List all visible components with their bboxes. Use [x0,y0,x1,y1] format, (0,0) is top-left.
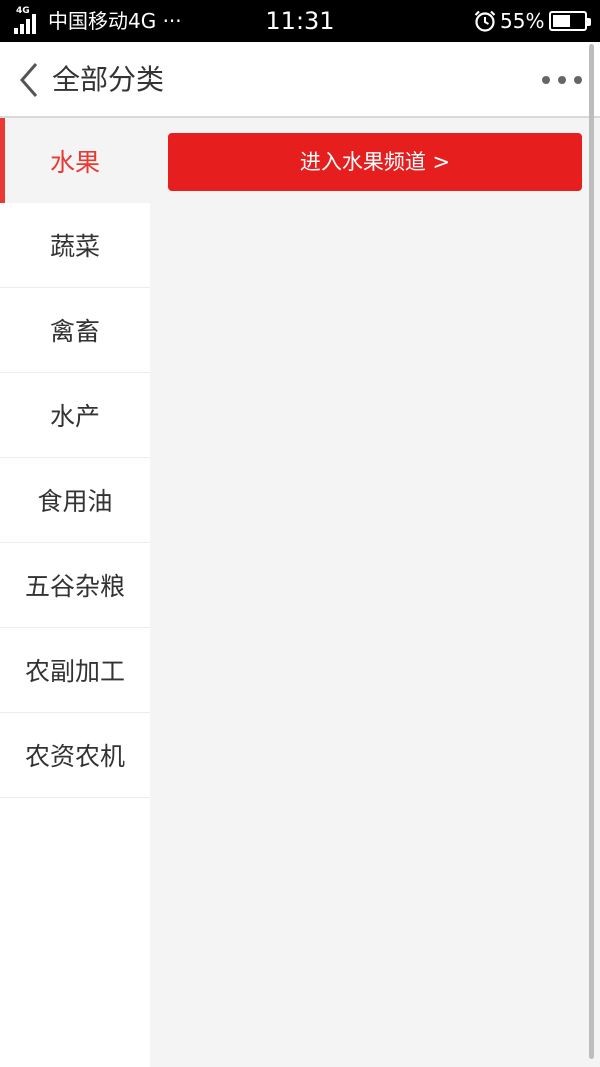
category-label: 水产 [49,402,100,431]
status-bar: 4G 中国移动4G ··· 11:31 55% [0,0,600,42]
battery-percent: 55% [500,9,545,33]
category-item[interactable]: 五谷杂粮 [0,543,150,628]
category-label: 禽畜 [49,317,100,346]
content-area: 水果 蔬菜 禽畜 水产 食用油 五谷杂粮 农副加工 农资农机 进入水果频道 > [0,118,600,1067]
category-label: 水果 [49,147,100,177]
back-arrow-icon[interactable] [16,60,42,100]
category-item[interactable]: 禽畜 [0,288,150,373]
category-label: 农副加工 [24,657,125,686]
page-title: 全部分类 [52,63,165,96]
category-content-panel: 进入水果频道 > [150,118,600,1067]
category-item[interactable]: 农副加工 [0,628,150,713]
category-sidebar: 水果 蔬菜 禽畜 水产 食用油 五谷杂粮 农副加工 农资农机 [0,118,150,1067]
category-label: 农资农机 [24,742,125,771]
category-item[interactable]: 农资农机 [0,713,150,798]
category-label: 蔬菜 [49,232,100,261]
alarm-clock-icon [474,10,496,32]
category-item[interactable]: 水产 [0,373,150,458]
category-label: 五谷杂粮 [24,572,125,601]
category-item[interactable]: 蔬菜 [0,203,150,288]
header-bar: 全部分类 [0,42,600,118]
scrollbar[interactable] [589,44,594,1059]
app-screen: 4G 中国移动4G ··· 11:31 55% 全部分类 水果 蔬菜 禽畜 水产… [0,0,600,1067]
category-item[interactable]: 水果 [0,118,150,203]
more-options-icon[interactable] [540,64,584,96]
battery-icon [549,11,591,31]
enter-channel-button[interactable]: 进入水果频道 > [168,133,582,191]
category-item[interactable]: 食用油 [0,458,150,543]
category-label: 食用油 [37,487,113,516]
